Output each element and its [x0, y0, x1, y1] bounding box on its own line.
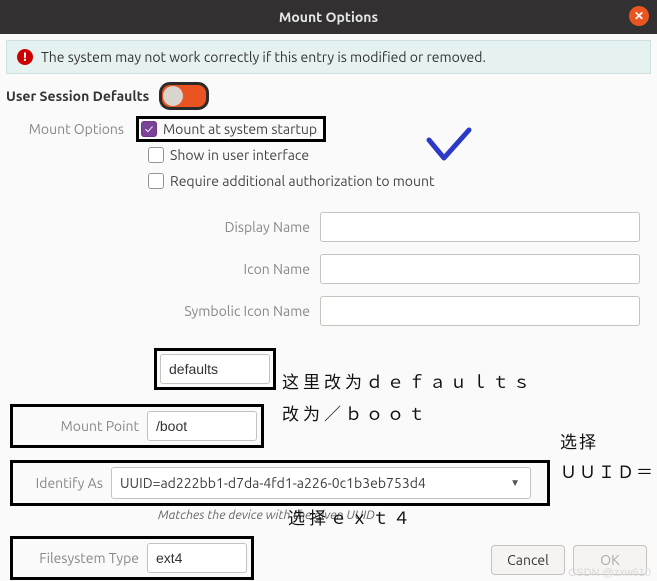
identify-as-label: Identify As	[17, 475, 103, 491]
symbolic-icon-label: Symbolic Icon Name	[10, 303, 310, 319]
show-ui-row: Show in user interface	[10, 142, 647, 168]
annotation-uuid-2: ＵＵＩＤ＝．．．	[560, 458, 657, 484]
identify-as-value: UUID=ad222bb1-d7da-4fd1-a226-0c1b3eb753d…	[120, 475, 426, 491]
cancel-label: Cancel	[507, 552, 549, 568]
cancel-button[interactable]: Cancel	[491, 545, 565, 575]
annotation-box-identify: Identify As UUID=ad222bb1-d7da-4fd1-a226…	[10, 460, 550, 506]
annotation-boot: 改为／ｂｏｏｔ	[282, 400, 429, 426]
mount-point-label: Mount Point	[17, 418, 139, 434]
checkbox-auth-label: Require additional authorization to moun…	[170, 173, 435, 189]
toggle-knob	[163, 86, 183, 106]
annotation-uuid-1: 选择	[560, 428, 598, 454]
options-string-input[interactable]	[160, 354, 270, 384]
watermark: CSDN @zxw610	[568, 567, 651, 579]
checkbox-startup[interactable]: ✓	[141, 121, 157, 137]
checkbox-show-ui[interactable]	[148, 147, 164, 163]
close-icon: ✕	[634, 9, 644, 23]
annotation-defaults: 这里改为ｄｅｆａｕｌｔｓ	[282, 368, 534, 394]
annotation-box-defaults	[154, 348, 276, 390]
symbolic-icon-row: Symbolic Icon Name	[10, 296, 647, 326]
warning-text: The system may not work correctly if thi…	[41, 49, 486, 65]
icon-name-label: Icon Name	[10, 261, 310, 277]
auth-row: Require additional authorization to moun…	[10, 168, 647, 194]
annotation-box-fstype: Filesystem Type	[10, 536, 254, 580]
dialog-title: Mount Options	[279, 9, 378, 25]
checkbox-auth[interactable]	[148, 173, 164, 189]
checkbox-startup-label: Mount at system startup	[163, 121, 317, 137]
chevron-down-icon: ▼	[510, 477, 520, 489]
dialog-titlebar: Mount Options ✕	[0, 0, 657, 34]
icon-name-input[interactable]	[320, 254, 640, 284]
warning-banner: ! The system may not work correctly if t…	[6, 40, 651, 74]
identify-as-row: Identify As UUID=ad222bb1-d7da-4fd1-a226…	[10, 460, 647, 506]
warning-icon: !	[17, 49, 33, 65]
mount-options-label: Mount Options	[10, 121, 136, 137]
icon-name-row: Icon Name	[10, 254, 647, 284]
identify-as-combo[interactable]: UUID=ad222bb1-d7da-4fd1-a226-0c1b3eb753d…	[111, 467, 531, 499]
section-header: User Session Defaults	[0, 78, 657, 112]
mount-point-input[interactable]	[147, 411, 257, 441]
display-name-label: Display Name	[10, 219, 310, 235]
ok-label: OK	[600, 552, 619, 568]
checkbox-show-ui-label: Show in user interface	[170, 147, 309, 163]
close-button[interactable]: ✕	[629, 6, 649, 26]
annotation-box-startup: ✓ Mount at system startup	[136, 116, 326, 142]
mount-options-row: Mount Options ✓ Mount at system startup	[10, 116, 647, 142]
display-name-input[interactable]	[320, 212, 640, 242]
session-defaults-toggle[interactable]	[159, 82, 209, 110]
annotation-box-mountpoint: Mount Point	[10, 404, 264, 448]
fs-type-input[interactable]	[147, 543, 247, 573]
fs-type-label: Filesystem Type	[17, 550, 139, 566]
display-name-row: Display Name	[10, 212, 647, 242]
annotation-checkmark-icon	[424, 126, 474, 166]
annotation-ext4: 选择ｅｘｔ４	[288, 504, 414, 530]
symbolic-icon-input[interactable]	[320, 296, 640, 326]
section-title: User Session Defaults	[6, 88, 149, 104]
